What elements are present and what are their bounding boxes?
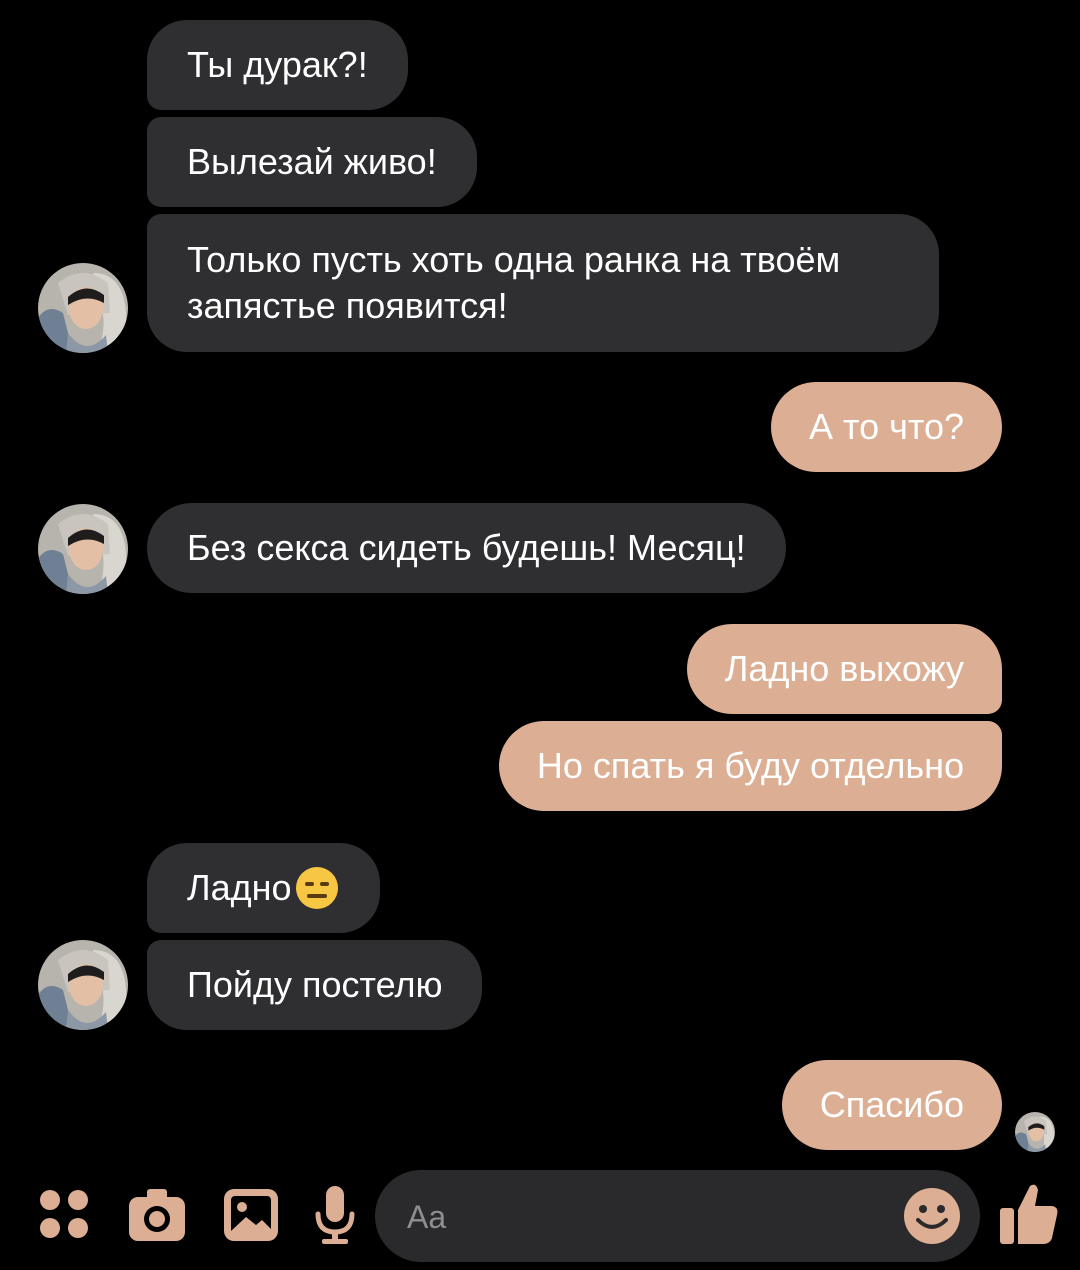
message-text: Пойду постелю xyxy=(187,964,443,1005)
message-bubble-incoming[interactable]: Ладно xyxy=(147,843,380,933)
contact-avatar[interactable] xyxy=(38,940,128,1030)
message-bubble-incoming[interactable]: Только пусть хоть одна ранка на твоём за… xyxy=(147,214,939,352)
contact-avatar[interactable] xyxy=(38,504,128,594)
message-text: Но спать я буду отдельно xyxy=(536,745,964,786)
microphone-icon[interactable] xyxy=(312,1184,358,1251)
thumbs-up-icon[interactable] xyxy=(998,1180,1060,1253)
seen-receipt-avatar xyxy=(1015,1112,1055,1152)
camera-icon[interactable] xyxy=(127,1187,187,1248)
message-text: Спасибо xyxy=(819,1084,964,1125)
message-text: Ты дурак?! xyxy=(187,44,368,85)
message-text: Без секса сидеть будешь! Месяц! xyxy=(187,527,746,568)
message-bubble-incoming[interactable]: Ты дурак?! xyxy=(147,20,408,110)
message-bubble-incoming[interactable]: Пойду постелю xyxy=(147,940,483,1030)
emoji-icon[interactable] xyxy=(902,1186,962,1251)
expressionless-face-emoji xyxy=(294,865,340,911)
contact-avatar[interactable] xyxy=(38,263,128,353)
message-text: Вылезай живо! xyxy=(187,141,437,182)
message-bubble-outgoing[interactable]: Спасибо xyxy=(781,1060,1002,1150)
message-text: Ладно выхожу xyxy=(724,648,964,689)
gallery-icon[interactable] xyxy=(222,1187,280,1248)
message-bubble-outgoing[interactable]: Но спать я буду отдельно xyxy=(498,721,1002,811)
message-text: Только пусть хоть одна ранка на твоём за… xyxy=(187,239,841,326)
message-text: А то что? xyxy=(808,406,964,447)
message-bubble-incoming[interactable]: Без секса сидеть будешь! Месяц! xyxy=(147,503,786,593)
message-bubble-incoming[interactable]: Вылезай живо! xyxy=(147,117,477,207)
message-composer[interactable] xyxy=(375,1170,980,1262)
message-bubble-outgoing[interactable]: А то что? xyxy=(770,382,1002,472)
message-input[interactable] xyxy=(405,1190,889,1244)
message-bubble-outgoing[interactable]: Ладно выхожу xyxy=(686,624,1002,714)
apps-grid-icon[interactable] xyxy=(38,1188,90,1245)
message-text: Ладно xyxy=(187,867,292,908)
